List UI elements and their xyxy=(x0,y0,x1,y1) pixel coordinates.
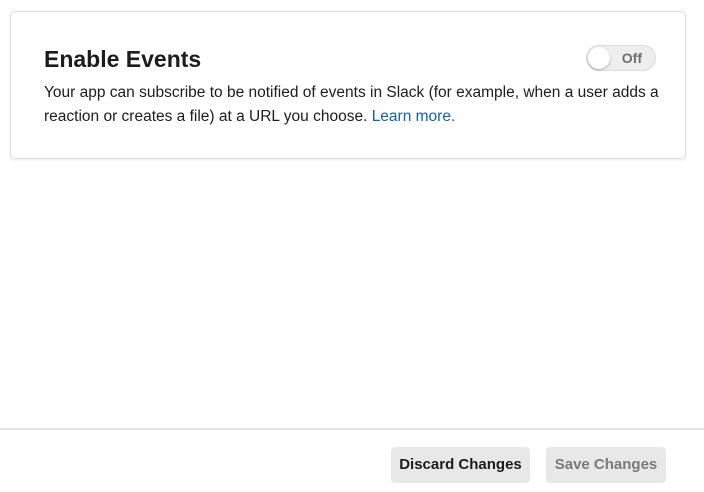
enable-events-card: Enable Events Off Your app can subscribe… xyxy=(10,11,686,159)
page: Enable Events Off Your app can subscribe… xyxy=(0,0,704,492)
card-description: Your app can subscribe to be notified of… xyxy=(44,81,674,129)
card-title: Enable Events xyxy=(44,46,202,72)
enable-events-toggle[interactable]: Off xyxy=(586,45,656,71)
learn-more-link[interactable]: Learn more. xyxy=(372,108,456,125)
save-changes-button[interactable]: Save Changes xyxy=(546,447,666,483)
discard-changes-button[interactable]: Discard Changes xyxy=(391,447,530,483)
toggle-state-label: Off xyxy=(621,50,642,66)
footer-bar: Discard Changes Save Changes xyxy=(0,428,704,492)
toggle-knob xyxy=(588,47,610,69)
description-text: Your app can subscribe to be notified of… xyxy=(44,84,659,125)
